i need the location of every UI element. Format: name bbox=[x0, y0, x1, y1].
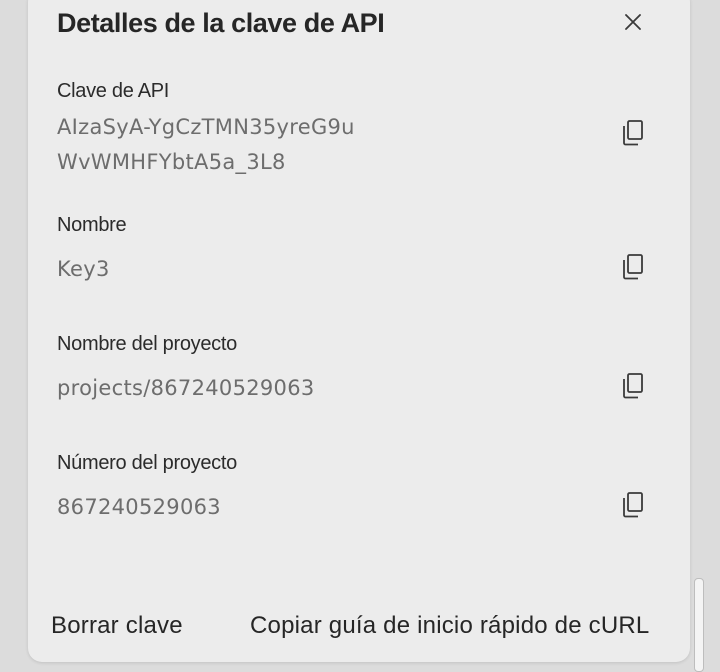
delete-key-button[interactable]: Borrar clave bbox=[51, 612, 183, 640]
field-label-name: Nombre bbox=[57, 214, 127, 236]
copy-icon bbox=[623, 254, 643, 280]
copy-curl-quickstart-button[interactable]: Copiar guía de inicio rápido de cURL bbox=[250, 612, 649, 640]
api-key-details-dialog: Detalles de la clave de API Clave de API… bbox=[28, 0, 690, 662]
dialog-title: Detalles de la clave de API bbox=[57, 8, 385, 38]
copy-name-button[interactable] bbox=[621, 253, 645, 281]
copy-icon bbox=[623, 120, 643, 146]
copy-icon bbox=[623, 492, 643, 518]
copy-api-key-button[interactable] bbox=[621, 119, 645, 147]
field-value-name: Key3 bbox=[57, 257, 110, 281]
copy-project-name-button[interactable] bbox=[621, 372, 645, 400]
close-icon bbox=[625, 14, 641, 30]
copy-project-number-button[interactable] bbox=[621, 491, 645, 519]
copy-icon bbox=[623, 373, 643, 399]
field-label-project-name: Nombre del proyecto bbox=[57, 333, 237, 355]
field-label-project-number: Número del proyecto bbox=[57, 452, 237, 474]
field-value-api-key: AIzaSyA-YgCzTMN35yreG9uWvWMHFYbtA5a_3L8 bbox=[57, 115, 355, 174]
scrollbar-thumb[interactable] bbox=[694, 578, 704, 672]
field-value-project-name: projects/867240529063 bbox=[57, 376, 315, 400]
close-button[interactable] bbox=[621, 10, 645, 34]
field-label-api-key: Clave de API bbox=[57, 80, 170, 102]
field-value-project-number: 867240529063 bbox=[57, 495, 221, 519]
